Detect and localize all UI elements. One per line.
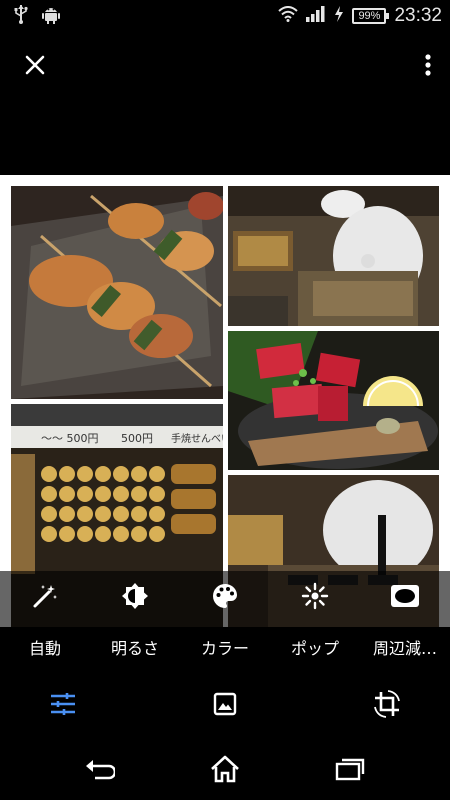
collage-tile-sashimi bbox=[228, 331, 439, 470]
android-icon bbox=[42, 4, 60, 28]
tab-tune[interactable] bbox=[46, 689, 80, 723]
status-bar: 99% 23:32 bbox=[0, 0, 450, 32]
svg-text:〜〜 500円: 〜〜 500円 bbox=[41, 432, 99, 445]
svg-text:手焼せんべい: 手焼せんべい bbox=[171, 432, 223, 445]
crop-rotate-icon bbox=[372, 689, 402, 723]
system-nav-bar bbox=[0, 741, 450, 800]
tool-auto-label: 自動 bbox=[28, 639, 61, 658]
signal-icon bbox=[306, 6, 326, 26]
usb-icon bbox=[14, 4, 28, 28]
tool-brightness-label: 明るさ bbox=[110, 639, 159, 658]
home-icon bbox=[210, 755, 240, 787]
tool-pop[interactable]: ポップ bbox=[270, 571, 360, 671]
tab-crop-rotate[interactable] bbox=[370, 689, 404, 723]
tool-vignette-label: 周辺減… bbox=[372, 639, 437, 658]
back-icon bbox=[85, 758, 117, 784]
tool-brightness[interactable]: 明るさ bbox=[90, 571, 180, 671]
clock-time: 23:32 bbox=[394, 5, 442, 26]
more-vert-icon bbox=[425, 54, 431, 80]
more-options-button[interactable] bbox=[416, 46, 440, 88]
recents-icon bbox=[335, 757, 365, 785]
collage-tile-yakitori bbox=[11, 186, 223, 399]
nav-back-button[interactable] bbox=[82, 755, 118, 787]
charging-icon bbox=[334, 6, 344, 26]
tool-color-label: カラー bbox=[200, 639, 249, 658]
collage-tile-chefs bbox=[228, 186, 439, 326]
photo-preview[interactable]: 〜〜 500円 500円 手焼せんべい bbox=[0, 175, 450, 627]
editor-top-bar bbox=[0, 32, 450, 104]
tune-sliders-icon bbox=[50, 693, 76, 719]
wifi-icon bbox=[278, 6, 299, 26]
close-icon bbox=[25, 55, 45, 79]
nav-recents-button[interactable] bbox=[332, 755, 368, 787]
image-filters-icon bbox=[213, 692, 237, 720]
palette-icon bbox=[211, 582, 239, 614]
tool-vignette[interactable]: 周辺減… bbox=[360, 571, 450, 671]
tool-auto[interactable]: 自動 bbox=[0, 571, 90, 671]
close-button[interactable] bbox=[14, 46, 56, 88]
nav-home-button[interactable] bbox=[207, 755, 243, 787]
vignette-icon bbox=[390, 584, 420, 612]
pop-icon bbox=[301, 582, 329, 614]
tab-filters[interactable] bbox=[208, 689, 242, 723]
brightness-icon bbox=[121, 582, 149, 614]
auto-wand-icon bbox=[32, 583, 58, 613]
editor-tabs bbox=[0, 671, 450, 741]
tool-color[interactable]: カラー bbox=[180, 571, 270, 671]
adjustment-tools-bar: 自動 明るさ カラー ポップ 周辺減… bbox=[0, 571, 450, 671]
battery-icon: 99% bbox=[352, 8, 390, 24]
tool-pop-label: ポップ bbox=[290, 639, 339, 658]
svg-text:500円: 500円 bbox=[121, 432, 153, 445]
